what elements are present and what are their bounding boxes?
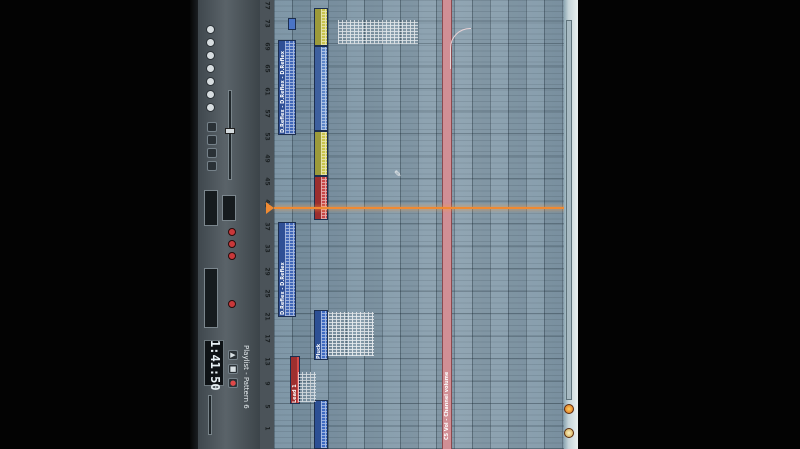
playhead-line[interactable] bbox=[274, 207, 578, 209]
app-icon[interactable] bbox=[564, 428, 574, 438]
clip-label: D.Reflex - D.Reflex - D.Reflex bbox=[280, 51, 286, 133]
bar-number: 33 bbox=[263, 244, 271, 253]
pattern-clip[interactable] bbox=[314, 46, 328, 131]
bar-number: 5 bbox=[263, 404, 271, 409]
play-icon[interactable]: ▶ bbox=[228, 350, 238, 360]
playlist-grid[interactable]: D.Reflex - D.Reflex - D.Reflex D.Reflex … bbox=[266, 0, 578, 449]
pattern-selector[interactable] bbox=[204, 268, 218, 328]
bar-number: 65 bbox=[263, 64, 271, 73]
clip-notes bbox=[321, 177, 327, 219]
bar-number: 77 bbox=[263, 1, 271, 10]
select-icon[interactable] bbox=[206, 103, 215, 112]
clip-notes bbox=[328, 312, 374, 356]
toggle-icon[interactable] bbox=[228, 300, 236, 308]
clip-notes bbox=[321, 401, 327, 448]
automation-label: C5 Vol - Channel volume bbox=[444, 371, 450, 440]
bar-number: 69 bbox=[263, 42, 271, 51]
bar-number: 13 bbox=[263, 357, 271, 366]
master-volume-knob[interactable] bbox=[225, 128, 235, 134]
playlist-window: 1 5 9 13 17 21 25 29 33 37 41 45 49 53 5… bbox=[260, 0, 578, 449]
cpu-meter bbox=[204, 190, 218, 226]
bar-number: 57 bbox=[263, 109, 271, 118]
toolbar: 1:41:50 ▶ ■ ● Playlist - Pattern 6 bbox=[198, 0, 261, 449]
bar-number: 53 bbox=[263, 132, 271, 141]
bar-number: 17 bbox=[263, 334, 271, 343]
toggle-icon[interactable] bbox=[228, 252, 236, 260]
monitor-bezel bbox=[190, 0, 198, 449]
paint-icon[interactable] bbox=[206, 51, 215, 60]
clip-notes bbox=[285, 41, 295, 134]
pattern-clip[interactable]: Pluck bbox=[314, 310, 328, 360]
pattern-clip[interactable]: D.Reflex - D.Reflex - D.Reflex bbox=[278, 40, 296, 135]
playhead-marker[interactable] bbox=[266, 202, 274, 214]
bar-number: 37 bbox=[263, 222, 271, 231]
bar-number: 21 bbox=[263, 312, 271, 321]
pattern-clip[interactable] bbox=[288, 18, 296, 30]
bar-number: 25 bbox=[263, 289, 271, 298]
bar-number: 9 bbox=[263, 381, 271, 386]
hint-panel bbox=[222, 195, 236, 221]
tempo-slider[interactable] bbox=[208, 395, 212, 435]
clip-notes bbox=[338, 20, 418, 44]
bar-number: 49 bbox=[263, 154, 271, 163]
bar-ruler[interactable]: 1 5 9 13 17 21 25 29 33 37 41 45 49 53 5… bbox=[260, 0, 275, 449]
daw-screen: 1:41:50 ▶ ■ ● Playlist - Pattern 6 1 5 9… bbox=[198, 0, 578, 449]
pattern-clip[interactable] bbox=[314, 8, 328, 46]
pattern-clip[interactable] bbox=[328, 312, 374, 356]
playback-icon[interactable] bbox=[207, 148, 217, 158]
pattern-clip[interactable] bbox=[314, 176, 328, 220]
clip-notes bbox=[321, 132, 327, 175]
scrollbar-thumb[interactable] bbox=[566, 20, 572, 400]
snap-icon[interactable] bbox=[207, 122, 217, 132]
record-icon[interactable]: ● bbox=[228, 378, 238, 388]
help-icon[interactable] bbox=[206, 25, 215, 34]
toggle-icon[interactable] bbox=[228, 240, 236, 248]
pattern-clip[interactable] bbox=[338, 20, 418, 44]
pattern-clip[interactable]: D.Reflex - D.Reflex bbox=[278, 222, 296, 317]
mixer-icon[interactable] bbox=[207, 161, 217, 171]
slice-icon[interactable] bbox=[206, 90, 215, 99]
clip-label: D.Reflex - D.Reflex bbox=[280, 262, 286, 315]
pattern-clip[interactable] bbox=[314, 131, 328, 176]
clock-value: 1:41:50 bbox=[208, 340, 222, 391]
clip-notes bbox=[321, 9, 327, 45]
bar-number: 45 bbox=[263, 177, 271, 186]
pattern-clip[interactable] bbox=[314, 400, 328, 449]
bar-number: 61 bbox=[263, 87, 271, 96]
master-volume-slider[interactable] bbox=[228, 90, 232, 180]
app-icon[interactable] bbox=[564, 404, 574, 414]
clip-notes bbox=[321, 47, 327, 130]
song-position-clock: 1:41:50 bbox=[204, 340, 224, 391]
playlist-title: Playlist - Pattern 6 bbox=[242, 345, 250, 409]
bar-number: 1 bbox=[263, 426, 271, 431]
clip-notes bbox=[285, 223, 295, 316]
mouse-cursor-icon: ✎ bbox=[394, 170, 402, 180]
clip-label: Pluck bbox=[316, 343, 322, 359]
pattern-clip[interactable] bbox=[298, 372, 316, 402]
mute-icon[interactable] bbox=[206, 77, 215, 86]
bar-number: 29 bbox=[263, 267, 271, 276]
clip-notes bbox=[298, 372, 316, 402]
bar-number: 73 bbox=[263, 19, 271, 28]
draw-icon[interactable] bbox=[206, 38, 215, 47]
zoom-icon[interactable] bbox=[207, 135, 217, 145]
toggle-icon[interactable] bbox=[228, 228, 236, 236]
stop-icon[interactable]: ■ bbox=[228, 364, 238, 374]
delete-icon[interactable] bbox=[206, 64, 215, 73]
